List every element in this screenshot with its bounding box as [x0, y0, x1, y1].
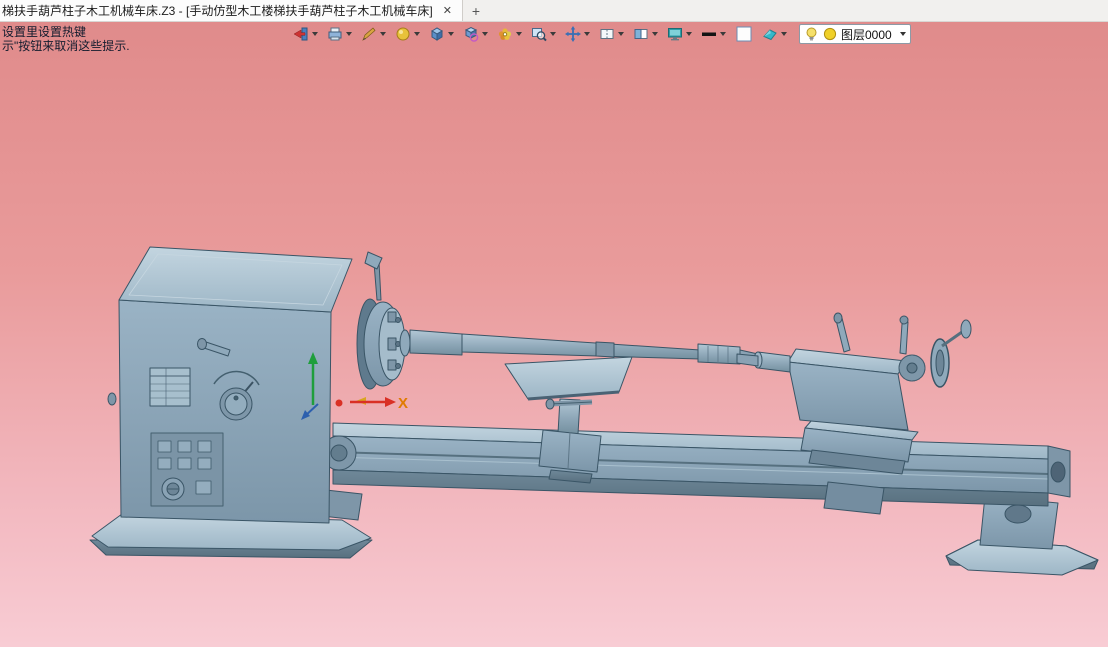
layer-name: 图层0000 — [841, 26, 893, 43]
layer-visibility-bulb-icon[interactable] — [804, 26, 819, 42]
new-tab-button[interactable]: + — [463, 0, 489, 21]
color-wheel-icon[interactable] — [494, 24, 525, 44]
tab-bar: 梯扶手葫芦柱子木工机械车床.Z3 - [手动仿型木工楼梯扶手葫芦柱子木工机械车床… — [0, 0, 1108, 22]
dropdown-caret — [686, 32, 692, 36]
dropdown-caret — [550, 32, 556, 36]
layer-color-icon[interactable] — [823, 27, 837, 41]
dropdown-caret — [652, 32, 658, 36]
layer-dropdown-caret[interactable] — [900, 32, 906, 36]
dropdown-caret — [346, 32, 352, 36]
background-color-icon[interactable] — [732, 24, 756, 44]
origin-point — [336, 400, 343, 407]
dropdown-caret — [618, 32, 624, 36]
edit-sketch-icon[interactable] — [358, 24, 389, 44]
pan-icon[interactable] — [562, 24, 593, 44]
lathe-model[interactable] — [90, 247, 1098, 575]
view-toolbar: 图层0000 — [290, 24, 911, 44]
zoom-window-icon[interactable] — [528, 24, 559, 44]
dropdown-caret — [720, 32, 726, 36]
tab-close-icon[interactable]: ✕ — [441, 4, 454, 17]
section-view-icon[interactable] — [596, 24, 627, 44]
hint-line-1: 设置里设置热键 — [2, 25, 130, 39]
viewport-background[interactable]: 设置里设置热键 示"按钮来取消这些提示. — [0, 22, 1108, 647]
screen-capture-icon[interactable] — [664, 24, 695, 44]
dropdown-caret — [482, 32, 488, 36]
dropdown-caret — [380, 32, 386, 36]
axis-x-label: X — [398, 395, 408, 412]
headstock-cabinet — [108, 247, 352, 523]
display-mode-icon[interactable] — [324, 24, 355, 44]
clip-plane-icon[interactable] — [630, 24, 661, 44]
model-viewport[interactable]: X — [0, 22, 1108, 647]
dropdown-caret — [448, 32, 454, 36]
dropdown-caret — [781, 32, 787, 36]
solid-cube-icon[interactable] — [426, 24, 457, 44]
document-tab-title: 梯扶手葫芦柱子木工机械车床.Z3 - [手动仿型木工楼梯扶手葫芦柱子木工机械车床… — [2, 2, 433, 19]
right-pedestal — [946, 496, 1098, 575]
line-width-icon[interactable] — [698, 24, 729, 44]
hint-line-2: 示"按钮来取消这些提示. — [2, 39, 130, 53]
lathe-bed — [322, 423, 1070, 520]
hint-text: 设置里设置热键 示"按钮来取消这些提示. — [2, 25, 130, 53]
shade-sphere-icon[interactable] — [392, 24, 423, 44]
dropdown-caret — [516, 32, 522, 36]
material-icon[interactable] — [759, 24, 790, 44]
wireframe-cube-icon[interactable] — [460, 24, 491, 44]
dropdown-caret — [584, 32, 590, 36]
exit-icon[interactable] — [290, 24, 321, 44]
document-tab[interactable]: 梯扶手葫芦柱子木工机械车床.Z3 - [手动仿型木工楼梯扶手葫芦柱子木工机械车床… — [0, 0, 463, 21]
dropdown-caret — [312, 32, 318, 36]
dropdown-caret — [414, 32, 420, 36]
layer-selector[interactable]: 图层0000 — [799, 24, 911, 44]
